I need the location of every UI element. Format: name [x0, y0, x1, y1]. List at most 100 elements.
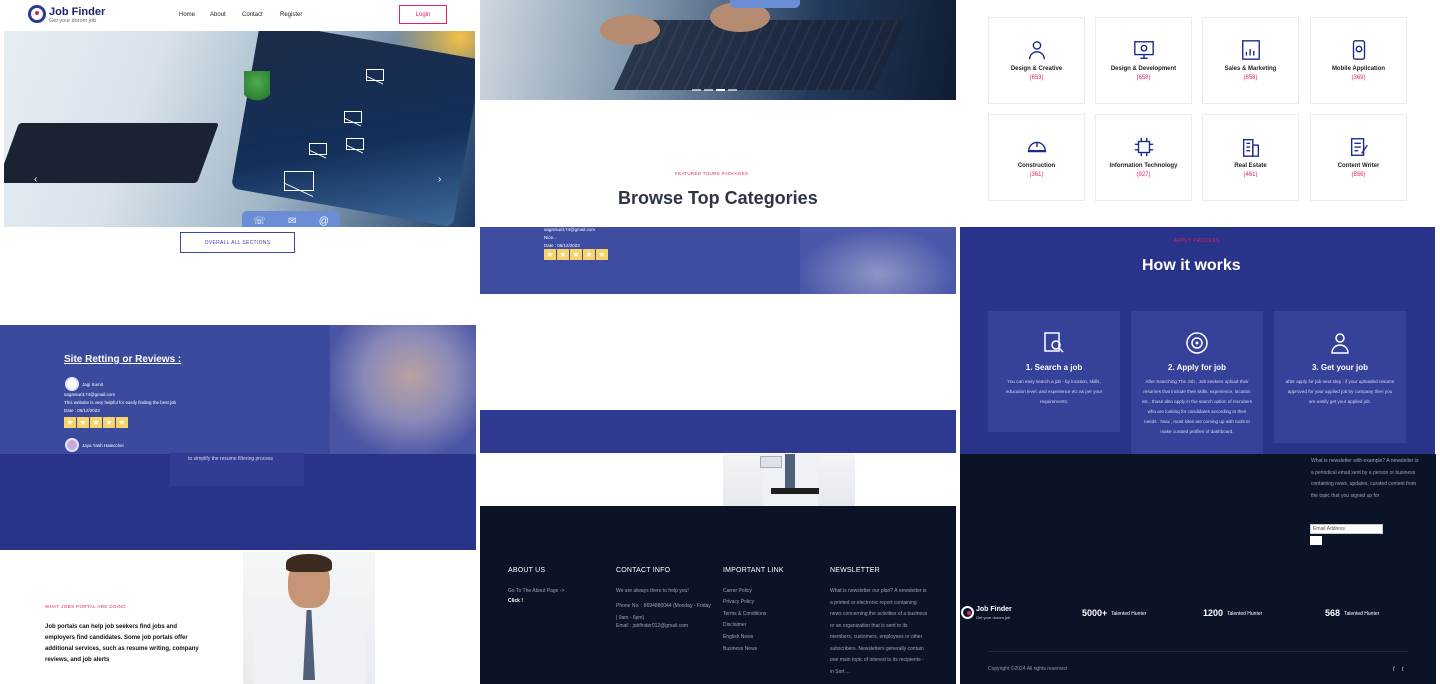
- hero-carousel-slide: [480, 0, 956, 100]
- stat-label: Talented Hunter: [1111, 611, 1147, 617]
- building-icon: [1242, 138, 1259, 157]
- column-home-middle: FEATURED TOURS PACKAGES Browse Top Categ…: [480, 0, 956, 684]
- categories-title: Browse Top Categories: [618, 188, 818, 208]
- footer-link[interactable]: Privacy Policy: [723, 597, 754, 609]
- carousel-prev-icon[interactable]: ‹: [34, 174, 37, 185]
- star-icon: ★: [557, 249, 569, 260]
- category-card[interactable]: Information Technology (927): [1095, 114, 1192, 201]
- step-title: 2. Apply for job: [1168, 363, 1226, 372]
- category-count: (658): [1136, 75, 1151, 81]
- category-card[interactable]: Construction (361): [988, 114, 1085, 201]
- about-text: Job portals can help job seekers find jo…: [45, 624, 199, 663]
- step-title: 3. Get your job: [1311, 363, 1368, 372]
- footer-link[interactable]: Carrer Policy: [723, 586, 752, 598]
- nav-home[interactable]: Home: [179, 12, 195, 18]
- step-text: after apply for job next step : if your …: [1285, 379, 1395, 404]
- footer-link[interactable]: English News: [723, 632, 753, 644]
- footer-about-link[interactable]: Click !: [508, 596, 523, 608]
- star-icon: ★: [90, 417, 102, 428]
- envelope-icon: [346, 138, 364, 150]
- how-kicker: APPLY PROCESS: [1174, 238, 1220, 244]
- brand-name[interactable]: Job Finder: [49, 6, 105, 18]
- carousel-dot[interactable]: [716, 89, 725, 91]
- category-name: Real Estate: [1234, 163, 1267, 169]
- reviews-title: Site Retting or Reviews :: [64, 354, 182, 365]
- stat-number: 5000+: [1082, 608, 1108, 618]
- category-count: (461): [1243, 172, 1258, 178]
- category-card[interactable]: Design & Development (658): [1095, 17, 1192, 104]
- nav-about[interactable]: About: [210, 12, 226, 18]
- footer-link[interactable]: Business News: [723, 644, 757, 656]
- step-card: 3. Get your job after apply for job next…: [1274, 311, 1406, 443]
- how-title: How it works: [1142, 257, 1241, 274]
- step-card: 2. Apply for job After Searching The Job…: [1131, 311, 1263, 454]
- reviews-section-continued: sagarsuri174@gmail.com Nice... Date : 05…: [480, 227, 956, 294]
- footer-link[interactable]: Disclaimer: [723, 620, 746, 632]
- category-name: Design & Creative: [1010, 66, 1063, 72]
- stat-label: Talented Hunter: [1344, 611, 1380, 617]
- footer-newsletter-text: What is newsletter our plan? A newslette…: [830, 588, 928, 675]
- star-icon: ★: [583, 249, 595, 260]
- footer-brand-tagline: Get your dorom job: [976, 615, 1011, 620]
- footer-contact-title: CONTACT INFO: [616, 567, 671, 574]
- footer-logo-icon[interactable]: [961, 606, 974, 619]
- footer-contact-email[interactable]: Email : jobfinder012@gmail.com: [616, 621, 712, 633]
- hand-image: [600, 15, 660, 45]
- blue-section: [480, 410, 956, 453]
- newsletter-submit-button[interactable]: [1310, 536, 1322, 545]
- twitter-icon[interactable]: t: [1402, 667, 1404, 673]
- carousel-next-icon[interactable]: ›: [438, 174, 441, 185]
- reviewer-email: sagarsuri174@gmail.com: [544, 227, 596, 232]
- envelope-icon: [344, 111, 362, 123]
- envelope-icon: [284, 171, 314, 191]
- reviewer-name: Jaya Yash Halecchei: [82, 443, 124, 448]
- star-rating: ★ ★ ★ ★ ★: [544, 249, 608, 260]
- category-card[interactable]: Mobile Application (369): [1310, 17, 1407, 104]
- businessman-image: [243, 552, 375, 684]
- column-home-bottom: Design & Creative (653) Design & Develop…: [960, 0, 1440, 684]
- star-icon: ★: [116, 417, 128, 428]
- navbar: Job Finder Get your dorom job Home About…: [0, 0, 476, 30]
- man-hair: [286, 554, 332, 572]
- envelope-icon: [309, 143, 327, 155]
- avatar: [65, 438, 79, 452]
- stat-label: Talented Hunter: [1227, 611, 1263, 617]
- step-text: You can easy search a job - by location,…: [1005, 379, 1103, 404]
- about-kicker: WHAT JOBS PORTAL ARE DOING: [45, 604, 127, 609]
- category-count: (369): [1351, 75, 1366, 81]
- nav-register[interactable]: Register: [280, 12, 302, 18]
- search-document-icon: [1044, 332, 1064, 353]
- footer-contact-line: We are always there to help you!: [616, 588, 689, 594]
- star-icon: ★: [570, 249, 582, 260]
- step-title: 1. Search a job: [1025, 363, 1083, 372]
- category-count: (653): [1029, 75, 1044, 81]
- step-card: 1. Search a job You can easy search a jo…: [988, 311, 1120, 432]
- newsletter-email-input[interactable]: Email Address: [1310, 524, 1383, 534]
- chip-icon: [1134, 137, 1153, 157]
- footer-link[interactable]: Terms & Conditions: [723, 609, 766, 621]
- carousel-dot[interactable]: [728, 89, 737, 91]
- category-card[interactable]: Sales & Marketing (658): [1202, 17, 1299, 104]
- category-card[interactable]: Content Writer (856): [1310, 114, 1407, 201]
- category-card[interactable]: Design & Creative (653): [988, 17, 1085, 104]
- star-icon: ★: [596, 249, 608, 260]
- carousel-dot[interactable]: [692, 89, 701, 91]
- reviewer-email: sagarsuri174@gmail.com: [64, 392, 116, 397]
- facebook-icon[interactable]: f: [1393, 667, 1395, 673]
- category-name: Content Writer: [1337, 163, 1380, 169]
- man-belt: [771, 488, 819, 494]
- reviews-section: Site Retting or Reviews : Jagi Sumit sag…: [0, 325, 476, 454]
- hard-hat-icon: [1027, 141, 1046, 153]
- newsletter-text: What is newsletter with example? A newsl…: [1311, 458, 1419, 499]
- nav-contact[interactable]: Contact: [242, 12, 263, 18]
- review-date: Date : 05/12/2023: [544, 243, 580, 248]
- carousel-dot[interactable]: [704, 89, 713, 91]
- login-button[interactable]: Login: [399, 5, 447, 24]
- view-all-sections-button[interactable]: OVERALL ALL SECTIONS: [180, 232, 295, 253]
- carousel-indicators: [692, 89, 737, 91]
- document-pen-icon: [1350, 138, 1368, 156]
- logo-icon[interactable]: [28, 5, 46, 23]
- footer-brand-name[interactable]: Job Finder: [976, 606, 1012, 613]
- column-home-top: Job Finder Get your dorom job Home About…: [0, 0, 476, 684]
- category-card[interactable]: Real Estate (461): [1202, 114, 1299, 201]
